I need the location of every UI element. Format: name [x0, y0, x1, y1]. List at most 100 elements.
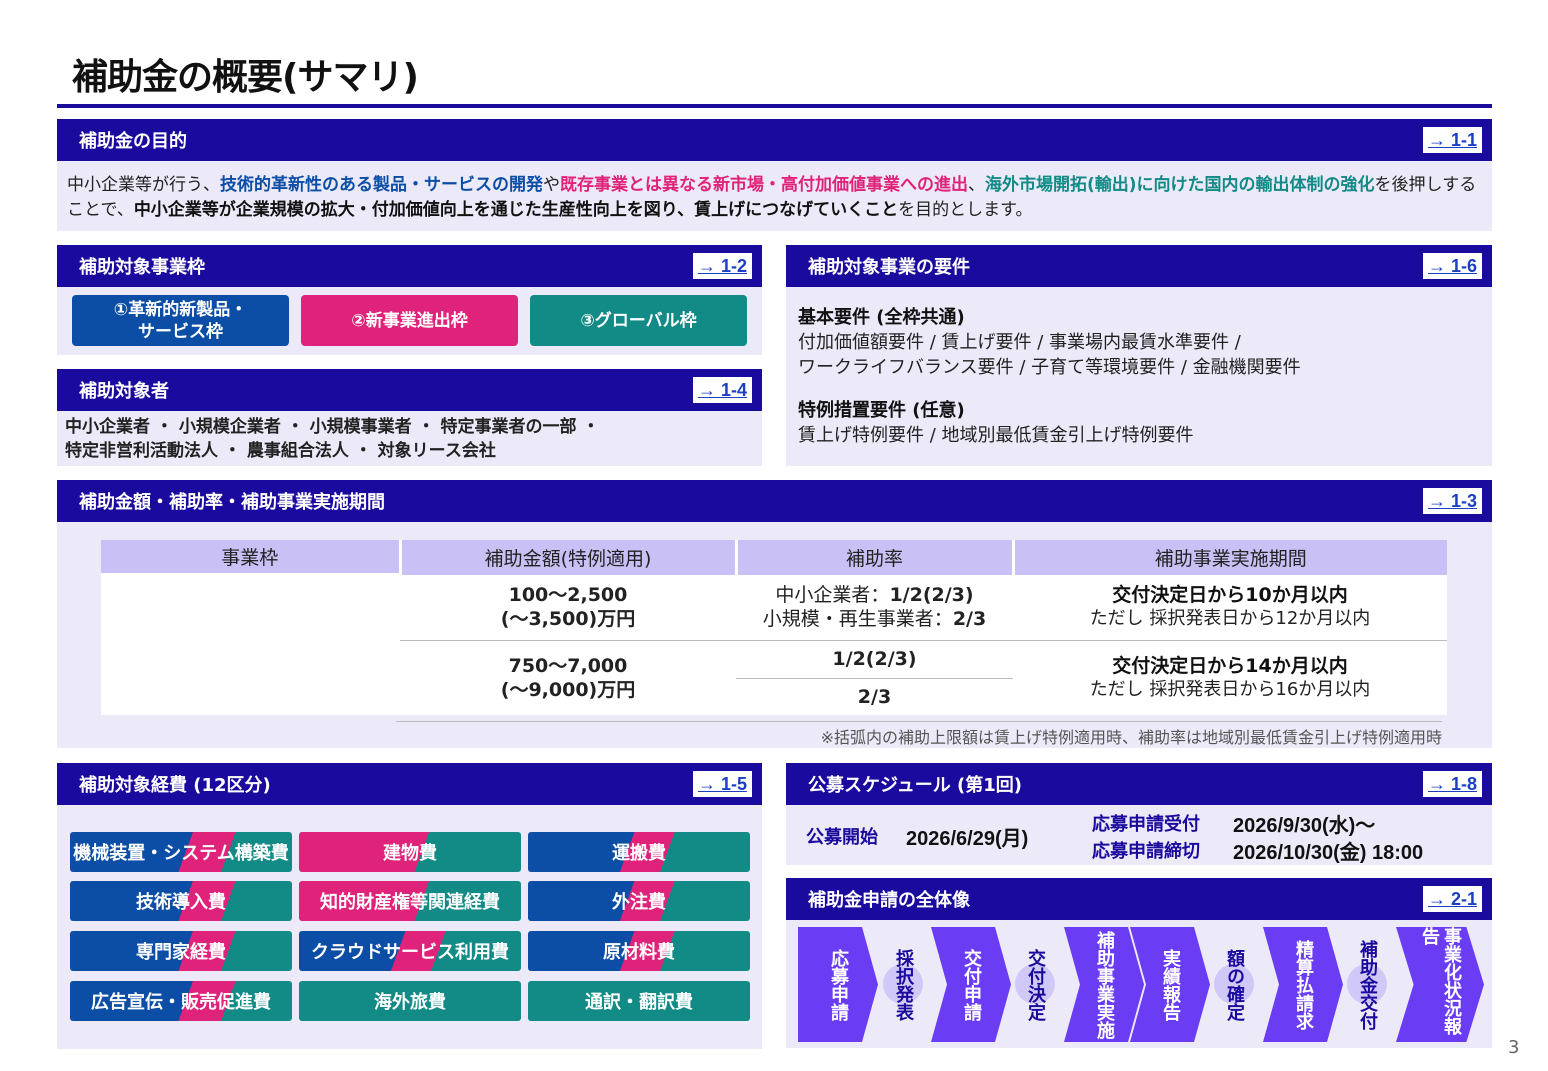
row1-period: 交付決定日から10か月以内 ただし 採択発表日から12か月以内 [1013, 575, 1447, 641]
special-req-title: 特例措置要件 (任意) [798, 400, 965, 421]
cost-item: 専門家経費 [70, 931, 292, 971]
row2-amount1: 750～7,000 [508, 654, 628, 677]
schedule-header: 公募スケジュール (第1回) → 1-8 [786, 763, 1492, 805]
row1-rate1-label: 中小企業者： [775, 584, 890, 607]
flow-step: 額の確定 [1224, 948, 1245, 1021]
purpose-t9: を目的とします。 [898, 200, 1033, 220]
table-row: ①革新的新製品・サービス枠 100～2,500 (～3,500)万円 中小企業者… [101, 573, 1447, 641]
amount-note: ※括弧内の補助上限額は賃上げ特例適用時、補助率は地域別最低賃金引上げ特例適用時 [396, 721, 1442, 748]
frame-new-business: ②新事業進出枠 [301, 295, 518, 346]
targets-header-label: 補助対象者 [79, 381, 169, 402]
cost-item: 外注費 [528, 881, 750, 921]
page-title: 補助金の概要(サマリ) [72, 57, 419, 98]
row2-period2: ただし 採択発表日から16か月以内 [1089, 678, 1371, 700]
row1-period1: 交付決定日から10か月以内 [1112, 584, 1348, 607]
requirements-ref-link[interactable]: → 1-6 [1422, 253, 1482, 279]
cost-item: 海外旅費 [299, 981, 521, 1021]
costs-header-label: 補助対象経費 (12区分) [79, 775, 271, 796]
purpose-t3: や [543, 175, 560, 195]
cost-item: 機械装置・システム構築費 [70, 832, 292, 872]
purpose-t4: 既存事業とは異なる新市場・高付加価値事業への進出 [560, 175, 968, 195]
flow-step: 交付決定 [1025, 948, 1046, 1021]
flow-header-label: 補助金申請の全体像 [808, 890, 970, 911]
title-divider [57, 104, 1492, 108]
schedule-start-date: 2026/6/29(月) [906, 828, 1029, 850]
amount-header-label: 補助金額・補助率・補助事業実施期間 [79, 492, 385, 513]
cost-item: 運搬費 [528, 832, 750, 872]
basic-req-line2: ワークライフバランス要件 / 子育て等環境要件 / 金融機関要件 [798, 357, 1301, 378]
costs-ref-link[interactable]: → 1-5 [692, 771, 752, 797]
basic-req-line1: 付加価値額要件 / 賃上げ要件 / 事業場内最賃水準要件 / [798, 332, 1241, 353]
requirements-header: 補助対象事業の要件 → 1-6 [786, 245, 1492, 287]
row1-amount2: (～3,500)万円 [500, 608, 636, 631]
cost-item: 広告宣伝・販売促進費 [70, 981, 292, 1021]
schedule-panel: 公募開始 2026/6/29(月) 応募申請受付 2026/9/30(水)～ 応… [786, 805, 1492, 865]
targets-line1: 中小企業者 ・ 小規模企業者 ・ 小規模事業者 ・ 特定事業者の一部 ・ [65, 417, 600, 437]
row1-amount1: 100～2,500 [508, 584, 628, 607]
schedule-accept-label: 応募申請受付 [1092, 814, 1200, 835]
row1-rate2-label: 小規模・再生事業者： [762, 608, 953, 631]
row2-period1: 交付決定日から14か月以内 [1112, 654, 1348, 677]
frame-innovative-line1: ①革新的新製品・ [113, 299, 248, 320]
frames-panel: ①革新的新製品・ サービス枠 ②新事業進出枠 ③グローバル枠 [57, 287, 762, 355]
targets-line2: 特定非営利活動法人 ・ 農事組合法人 ・ 対象リース会社 [65, 441, 496, 461]
row1-period2: ただし 採択発表日から12か月以内 [1089, 608, 1371, 630]
requirements-header-label: 補助対象事業の要件 [808, 257, 970, 278]
row2a-frame: ②新事業進出枠 [101, 640, 400, 679]
flow-step: 応募申請 [798, 927, 878, 1042]
cost-item: 技術導入費 [70, 881, 292, 921]
col-rate: 補助率 [736, 540, 1015, 575]
frame-innovative: ①革新的新製品・ サービス枠 [72, 295, 289, 346]
basic-req-title: 基本要件 (全枠共通) [798, 307, 965, 328]
cost-item: 通訳・翻訳費 [528, 981, 750, 1021]
frames-header: 補助対象事業枠 → 1-2 [57, 245, 762, 287]
row2b-frame: ③グローバル枠 [101, 678, 400, 715]
flow-step: 採択発表 [893, 948, 914, 1021]
purpose-header-label: 補助金の目的 [79, 131, 187, 152]
purpose-t6: 海外市場開拓(輸出)に向けた国内の輸出体制の強化 [985, 175, 1375, 195]
schedule-close-date: 2026/10/30(金) 18:00 [1233, 842, 1424, 864]
cost-item: 原材料費 [528, 931, 750, 971]
col-period: 補助事業実施期間 [1013, 540, 1447, 575]
amount-header: 補助金額・補助率・補助事業実施期間 → 1-3 [57, 480, 1492, 522]
page-number: 3 [1508, 1037, 1520, 1058]
col-amount: 補助金額(特例適用) [400, 540, 738, 575]
row1-rate2-value: 2/3 [952, 608, 987, 631]
table-row: ②新事業進出枠 750～7,000 (～9,000)万円 1/2(2/3) 交付… [101, 640, 1447, 715]
purpose-t8: 中小企業等が企業規模の拡大・付加価値向上を通じた生産性向上を図り、賃上げにつなげ… [133, 200, 899, 220]
frames-ref-link[interactable]: → 1-2 [692, 253, 752, 279]
requirements-panel: 基本要件 (全枠共通) 付加価値額要件 / 賃上げ要件 / 事業場内最賃水準要件… [786, 287, 1492, 466]
flow-step: 補助金交付 [1357, 939, 1378, 1030]
row2-period: 交付決定日から14か月以内 ただし 採択発表日から16か月以内 [1013, 640, 1447, 715]
frames-header-label: 補助対象事業枠 [79, 257, 205, 278]
row1-rate: 中小企業者：1/2(2/3) 小規模・再生事業者：2/3 [736, 575, 1013, 641]
row2-amount: 750～7,000 (～9,000)万円 [400, 640, 736, 715]
row1-amount: 100～2,500 (～3,500)万円 [400, 575, 736, 641]
amount-table: 事業枠 補助金額(特例適用) 補助率 補助事業実施期間 ①革新的新製品・サービス… [101, 540, 1447, 715]
cost-item: 建物費 [299, 832, 521, 872]
schedule-start-label: 公募開始 [806, 827, 878, 848]
flow-header: 補助金申請の全体像 → 2-1 [786, 878, 1492, 920]
targets-ref-link[interactable]: → 1-4 [692, 377, 752, 403]
flow-ref-link[interactable]: → 2-1 [1422, 886, 1482, 912]
row2b-rate: 2/3 [736, 678, 1013, 715]
amount-ref-link[interactable]: → 1-3 [1422, 488, 1482, 514]
purpose-header: 補助金の目的 → 1-1 [57, 119, 1492, 161]
schedule-accept-date: 2026/9/30(水)～ [1233, 815, 1376, 837]
cost-item: 知的財産権等関連経費 [299, 881, 521, 921]
col-frame: 事業枠 [101, 540, 402, 575]
special-req-line1: 賃上げ特例要件 / 地域別最低賃金引上げ特例要件 [798, 425, 1194, 446]
row2a-rate: 1/2(2/3) [736, 640, 1013, 679]
purpose-t1: 中小企業等が行う、 [67, 175, 220, 195]
schedule-header-label: 公募スケジュール (第1回) [808, 775, 1022, 796]
targets-header: 補助対象者 → 1-4 [57, 369, 762, 411]
frame-innovative-line2: サービス枠 [138, 321, 223, 342]
frame-global: ③グローバル枠 [530, 295, 747, 346]
purpose-t2: 技術的革新性のある製品・サービスの開発 [220, 175, 543, 195]
row2-amount2: (～9,000)万円 [500, 678, 636, 701]
purpose-t5: 、 [968, 175, 985, 195]
costs-header: 補助対象経費 (12区分) → 1-5 [57, 763, 762, 805]
schedule-ref-link[interactable]: → 1-8 [1422, 771, 1482, 797]
purpose-text: 中小企業等が行う、技術的革新性のある製品・サービスの開発や既存事業とは異なる新市… [57, 161, 1492, 231]
purpose-ref-link[interactable]: → 1-1 [1422, 127, 1482, 153]
